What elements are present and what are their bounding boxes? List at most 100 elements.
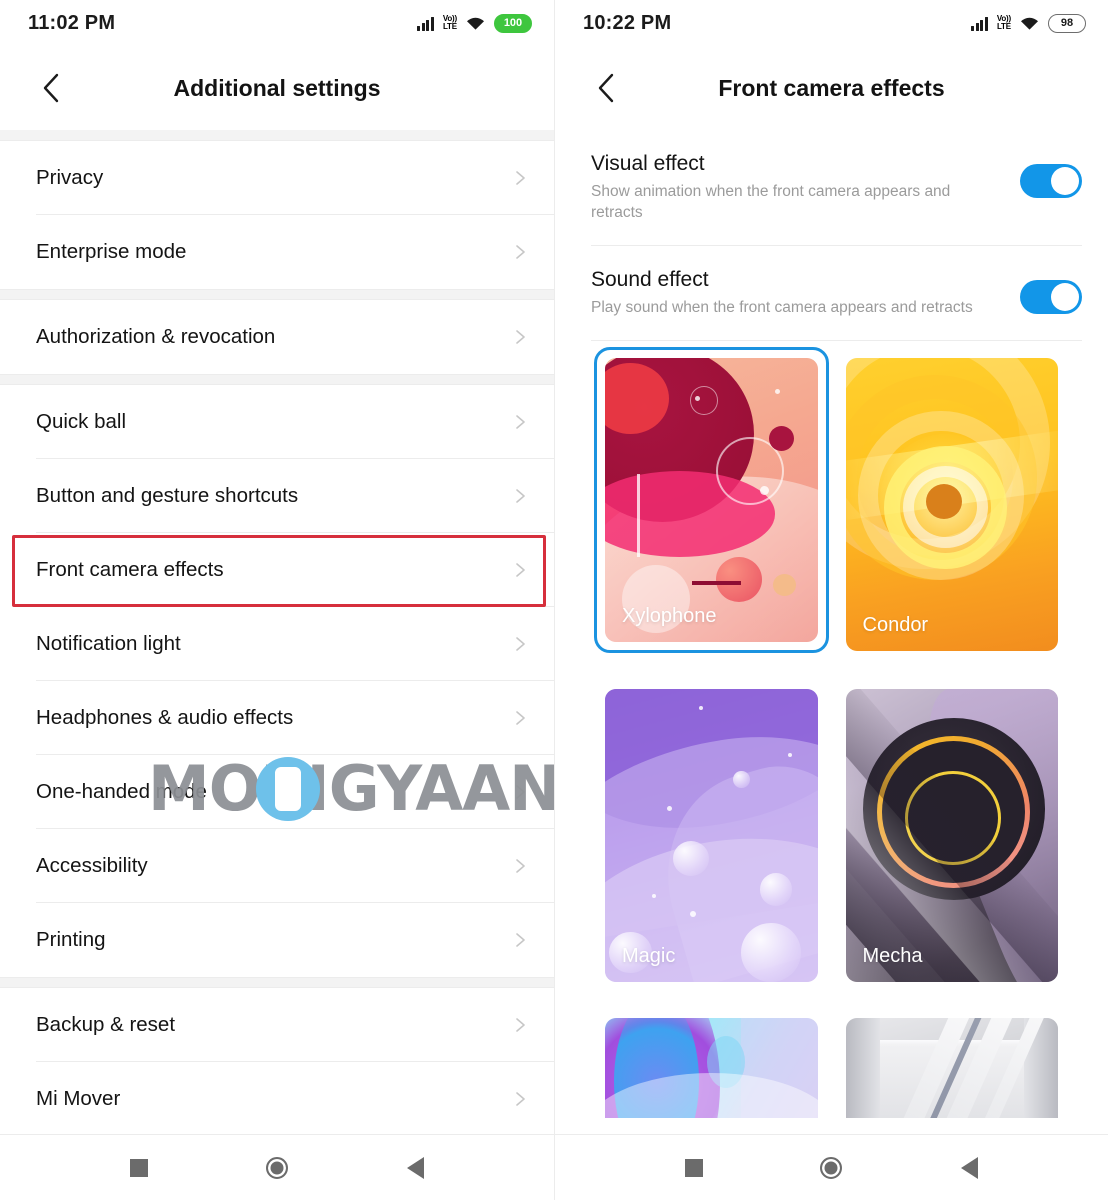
effect-card-label: Magic (622, 944, 676, 967)
effect-card-xylophone[interactable]: Xylophone (594, 346, 829, 653)
wifi-icon (1020, 16, 1039, 31)
triangle-back-icon[interactable] (943, 1142, 995, 1194)
right-status-bar: 10:22 PM Vo)) LTE 98 (555, 0, 1108, 46)
settings-row-label: Quick ball (36, 410, 127, 433)
circle-home-icon[interactable] (251, 1142, 303, 1194)
page-title: Front camera effects (718, 74, 945, 101)
settings-row-label: Accessibility (36, 854, 148, 877)
left-status-bar: 11:02 PM Vo)) LTE 100 (0, 0, 554, 46)
battery-indicator: 98 (1048, 13, 1086, 33)
chevron-right-icon (512, 562, 528, 578)
toggle-row-sound-effect[interactable]: Sound effect Play sound when the front ca… (555, 245, 1108, 341)
settings-row-button-and-gesture-shortcuts[interactable]: Button and gesture shortcuts (0, 459, 554, 533)
status-time: 11:02 PM (28, 11, 116, 34)
battery-indicator: 100 (494, 13, 532, 33)
square-recents-icon[interactable] (113, 1142, 165, 1194)
settings-row-front-camera-effects[interactable]: Front camera effects (0, 533, 554, 607)
volte-icon-bottom: LTE (996, 22, 1011, 31)
left-title-bar: Additional settings (0, 46, 554, 130)
settings-row-accessibility[interactable]: Accessibility (0, 829, 554, 903)
effect-card-artwork: Magic (605, 688, 818, 982)
toggle-switch-sound-effect[interactable] (1020, 279, 1082, 314)
settings-row-label: Mi Mover (36, 1087, 121, 1110)
effect-card-effect-6[interactable] (845, 1017, 1058, 1118)
chevron-right-icon (512, 170, 528, 186)
chevron-right-icon (512, 858, 528, 874)
triangle-back-icon[interactable] (389, 1142, 441, 1194)
effect-card-mecha[interactable]: Mecha (845, 688, 1058, 982)
chevron-right-icon (512, 414, 528, 430)
chevron-right-icon (512, 1017, 528, 1033)
settings-row-label: Printing (36, 928, 106, 951)
toggle-subtitle: Play sound when the front camera appears… (591, 298, 973, 316)
settings-row-mi-mover[interactable]: Mi Mover (0, 1062, 554, 1136)
chevron-right-icon (512, 710, 528, 726)
toggle-switch-visual-effect[interactable] (1020, 164, 1082, 198)
settings-row-label: Backup & reset (36, 1013, 176, 1036)
settings-row-backup-reset[interactable]: Backup & reset (0, 988, 554, 1062)
row-divider (591, 339, 1082, 341)
settings-row-label: Privacy (36, 166, 104, 189)
effect-card-label: Xylophone (622, 604, 717, 627)
chevron-right-icon (512, 329, 528, 345)
effect-card-artwork (845, 1017, 1058, 1118)
effect-card-condor[interactable]: Condor (845, 357, 1058, 653)
dual-screenshot-container: 11:02 PM Vo)) LTE 100 Additional setting… (0, 0, 1108, 1200)
settings-row-one-handed-mode[interactable]: One-handed mode (0, 755, 554, 829)
settings-row-label: Enterprise mode (36, 240, 187, 263)
left-nav-bar (0, 1134, 554, 1200)
page-title: Additional settings (173, 74, 381, 101)
settings-row-privacy[interactable]: Privacy (0, 141, 554, 215)
effect-card-effect-5[interactable] (605, 1017, 818, 1118)
toggle-row-visual-effect[interactable]: Visual effect Show animation when the fro… (555, 130, 1108, 246)
right-title-bar: Front camera effects (555, 46, 1108, 130)
effect-card-artwork: Mecha (845, 688, 1058, 982)
toggle-subtitle: Show animation when the front camera app… (591, 183, 951, 221)
effect-card-artwork: Xylophone (605, 357, 818, 642)
status-icons: Vo)) LTE 100 (417, 13, 532, 33)
settings-row-authorization-revocation[interactable]: Authorization & revocation (0, 300, 554, 374)
left-phone-screen: 11:02 PM Vo)) LTE 100 Additional setting… (0, 0, 554, 1200)
square-recents-icon[interactable] (668, 1142, 720, 1194)
effect-card-artwork (605, 1017, 818, 1118)
effect-card-label: Mecha (862, 944, 923, 967)
settings-row-label: One-handed mode (36, 780, 207, 803)
right-nav-bar (555, 1134, 1108, 1200)
signal-bars-icon (971, 16, 988, 31)
toggle-settings-list: Visual effect Show animation when the fro… (555, 130, 1108, 341)
settings-row-enterprise-mode[interactable]: Enterprise mode (0, 215, 554, 289)
back-chevron-icon[interactable] (583, 66, 627, 110)
settings-row-label: Authorization & revocation (36, 325, 276, 348)
status-time: 10:22 PM (583, 11, 672, 34)
circle-home-icon[interactable] (805, 1142, 857, 1194)
volte-icon: Vo)) LTE (997, 15, 1011, 31)
toggle-texts: Visual effect Show animation when the fro… (591, 152, 1020, 224)
settings-row-label: Front camera effects (36, 558, 224, 581)
settings-row-label: Notification light (36, 632, 181, 655)
chevron-right-icon (512, 784, 528, 800)
settings-row-quick-ball[interactable]: Quick ball (0, 385, 554, 459)
effect-card-artwork: Condor (845, 357, 1058, 651)
effect-card-label: Condor (862, 613, 929, 636)
effect-card-magic[interactable]: Magic (605, 688, 818, 982)
section-separator (0, 374, 554, 385)
section-separator (0, 130, 554, 141)
chevron-right-icon (512, 932, 528, 948)
section-separator (0, 289, 554, 300)
effects-grid: Xylophone Condor Magic Mecha (555, 341, 1108, 1118)
settings-list: Privacy Enterprise mode Authorization & re… (0, 130, 554, 1136)
volte-icon: Vo)) LTE (443, 15, 457, 31)
settings-row-headphones-audio-effects[interactable]: Headphones & audio effects (0, 681, 554, 755)
settings-row-label: Headphones & audio effects (36, 706, 294, 729)
settings-row-notification-light[interactable]: Notification light (0, 607, 554, 681)
toggle-knob (1051, 282, 1079, 311)
signal-bars-icon (417, 16, 434, 31)
status-icons: Vo)) LTE 98 (971, 13, 1086, 33)
back-chevron-icon[interactable] (28, 66, 72, 110)
toggle-title: Visual effect (591, 152, 705, 175)
chevron-right-icon (512, 636, 528, 652)
wifi-icon (466, 16, 485, 31)
chevron-right-icon (512, 244, 528, 260)
settings-row-printing[interactable]: Printing (0, 903, 554, 977)
right-phone-screen: 10:22 PM Vo)) LTE 98 Front camera effect… (554, 0, 1108, 1200)
